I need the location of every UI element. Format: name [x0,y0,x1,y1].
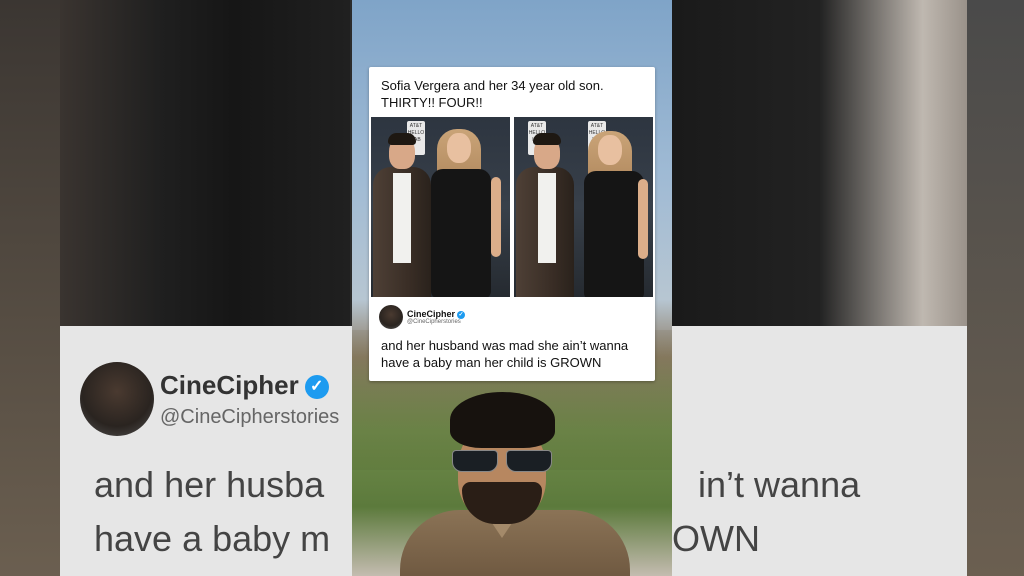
background-avatar [80,362,154,436]
background-text-line: have a baby m [94,518,331,559]
background-photo-blur [60,0,350,326]
sunglasses-lens [506,450,552,472]
presenter-hair [450,392,555,448]
man-shirt [538,173,556,263]
photo-right[interactable]: AT&T HELLO LAB AT&T HELLO LAB [514,117,653,297]
woman-dress [431,169,491,297]
background-text-line: OWN [672,518,760,559]
woman-face [598,135,622,165]
woman-face [447,133,471,163]
man-shirt [393,173,411,263]
post-caption: Sofia Vergera and her 34 year old son. T… [381,78,604,110]
reply-tweet: CineCipher ✓ @CineCipherstories and her h… [369,297,655,381]
avatar-icon[interactable] [379,305,403,329]
presenter [400,392,630,576]
woman-arm [491,177,501,257]
reply-author: CineCipher ✓ @CineCipherstories [407,309,466,325]
background-reply-text-left: and her husba have a baby m [94,458,330,566]
background-reply-text-right: in’t wanna OWN [672,458,860,566]
background-photo-blur [672,0,967,326]
background-text-line: and her husba [94,464,325,505]
sunglasses-lens [452,450,498,472]
verified-badge-icon: ✓ [304,375,329,400]
author-handle[interactable]: @CineCipherstories [407,319,465,325]
woman-arm [638,179,648,259]
background-right-panel: in’t wanna OWN [672,0,1024,576]
verified-badge-icon: ✓ [457,310,466,319]
author-name[interactable]: CineCipher ✓ [407,309,466,319]
reply-header: CineCipher ✓ @CineCipherstories [379,305,645,329]
background-text-line: in’t wanna [698,464,861,505]
background-edge [0,0,60,576]
background-author-handle: @CineCipherstories [160,406,340,428]
photo-grid: AT&T HELLO LAB AT&T HELLO LAB AT&T HELLO… [369,117,655,297]
woman-dress [584,171,644,297]
man-hair [388,133,416,145]
photo-left[interactable]: AT&T HELLO LAB [371,117,510,297]
reply-text: and her husband was mad she ain’t wanna … [381,338,629,370]
man-hair [533,133,561,145]
sunglasses-icon [452,450,552,472]
background-edge [967,0,1024,576]
background-left-panel: CineCipher ✓ @CineCipherstories and her h… [0,0,352,576]
video-frame: Sofia Vergera and her 34 year old son. T… [352,0,672,576]
tweet-card: Sofia Vergera and her 34 year old son. T… [369,67,655,381]
background-author-name: CineCipher ✓ [160,370,329,401]
